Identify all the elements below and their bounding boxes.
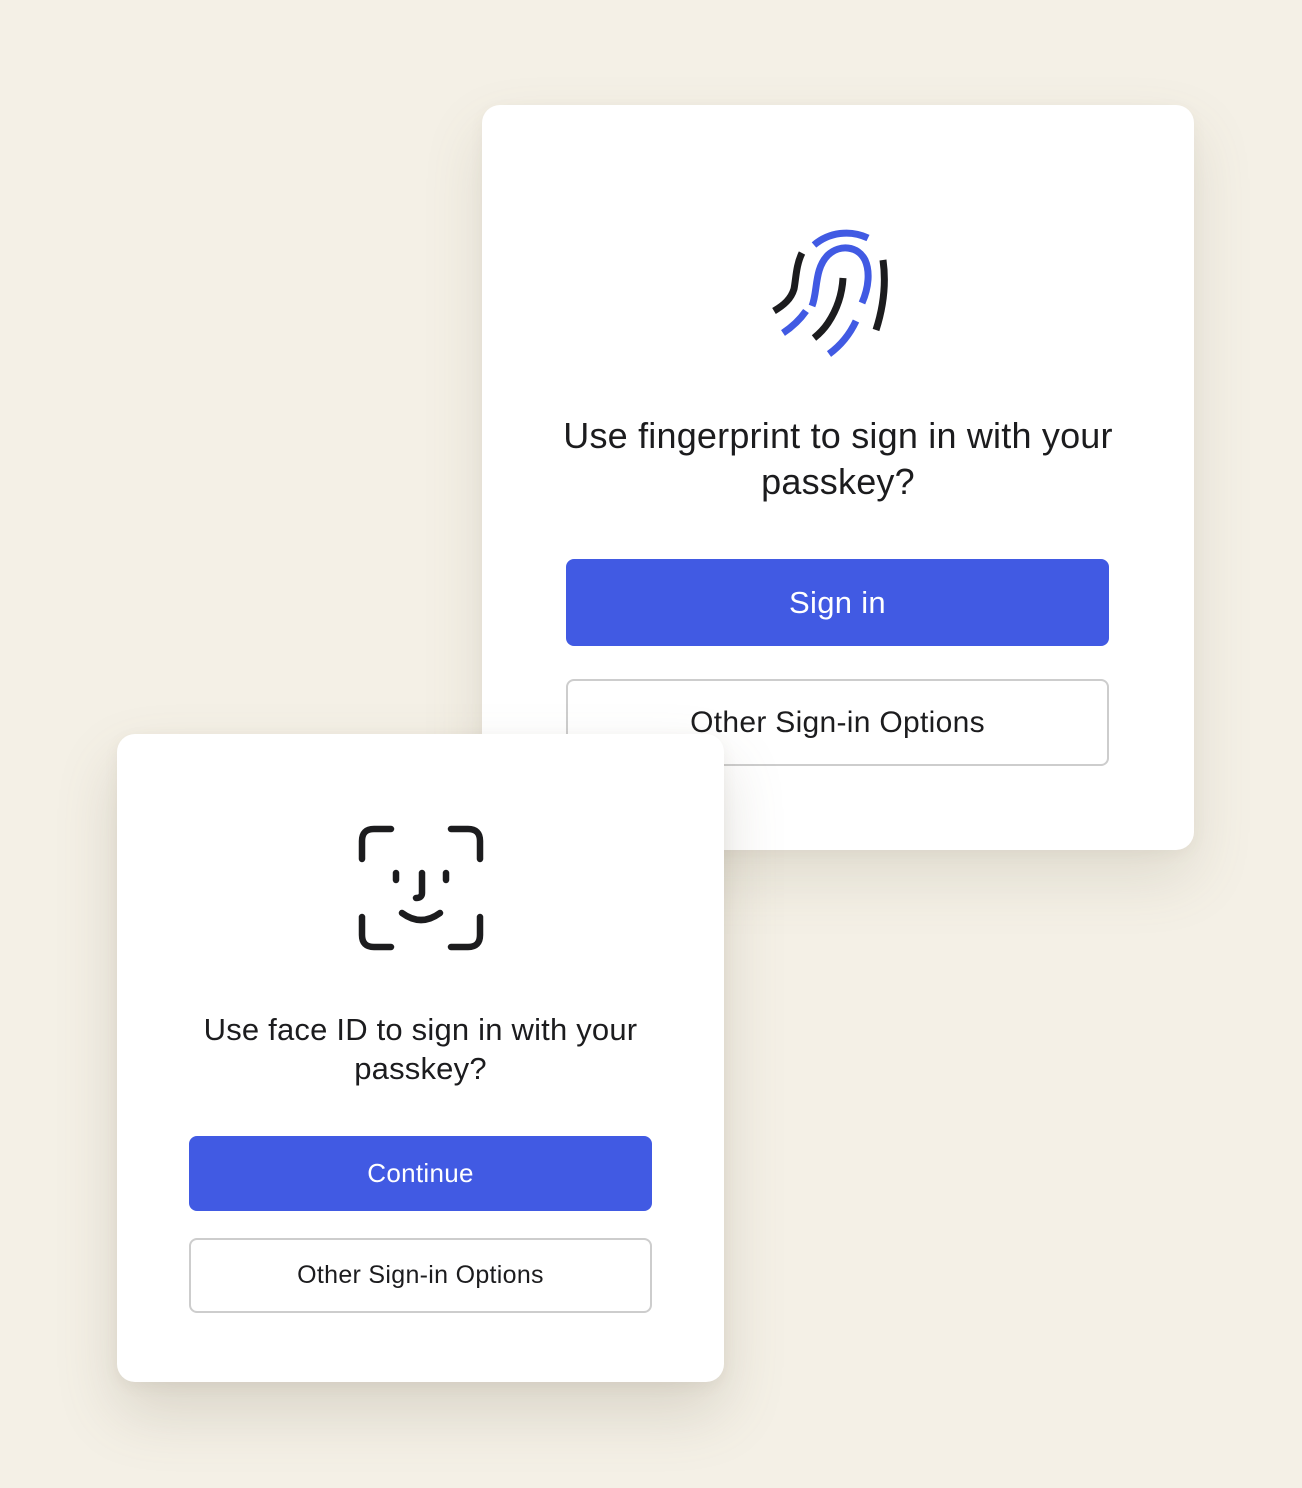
sign-in-button[interactable]: Sign in <box>566 559 1109 646</box>
face-id-prompt-text: Use face ID to sign in with your passkey… <box>203 1012 638 1086</box>
fingerprint-prompt-text: Use fingerprint to sign in with your pas… <box>563 415 1113 502</box>
face-id-dialog-card: Use face ID to sign in with your passkey… <box>117 734 724 1382</box>
other-sign-in-options-button[interactable]: Other Sign-in Options <box>189 1238 652 1313</box>
face-id-icon <box>358 825 484 951</box>
fingerprint-icon <box>772 229 888 357</box>
continue-button[interactable]: Continue <box>189 1136 652 1211</box>
